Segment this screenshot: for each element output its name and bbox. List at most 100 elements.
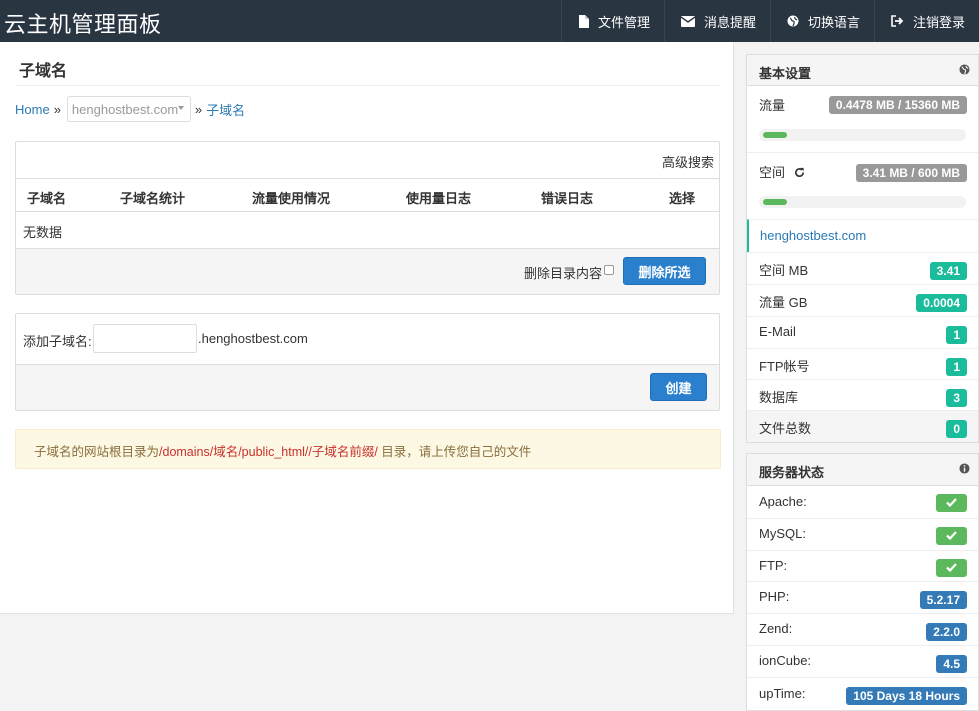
server-row: PHP: 5.2.17 [747,581,978,613]
server-label: MySQL: [759,526,806,541]
add-subdomain-box: 添加子域名: .henghostbest.com 创建 [15,313,720,411]
table-footer: 删除目录内容 删除所选 [16,248,719,294]
stat-badge: 1 [946,358,967,376]
add-footer: 创建 [16,364,719,410]
breadcrumb-current[interactable]: 子域名 [206,100,245,119]
version-badge: 5.2.17 [919,591,967,609]
server-status-panel: 服务器状态 Apache: MySQL: FTP: PHP: 5.2.17 Ze… [746,453,979,711]
advanced-search-link[interactable]: 高级搜索 [662,152,714,171]
column-header[interactable]: 选择 [669,188,695,207]
traffic-progress [759,129,966,141]
uptime-badge: 105 Days 18 Hours [846,687,967,705]
server-label: PHP: [759,589,790,604]
nav-logout[interactable]: 注销登录 [873,0,979,42]
stat-label: 数据库 [759,390,799,405]
refresh-icon[interactable] [794,167,805,178]
stat-row: E-Mail 1 [747,316,978,348]
space-usage-badge: 3.41 MB / 600 MB [855,164,967,182]
server-row: MySQL: [747,518,978,550]
info-icon [959,463,970,474]
nav-file-manager[interactable]: 文件管理 [560,0,664,42]
notice-path: /domains/域名/public_html//子域名前缀/ [159,445,378,459]
server-row: Apache: [747,486,978,518]
panel-title: 服务器状态 [759,465,825,480]
column-header[interactable]: 子域名统计 [120,188,185,207]
stat-badge: 3.41 [929,262,967,280]
server-label: upTime: [759,686,806,701]
brand-title[interactable]: 云主机管理面板 [4,7,162,39]
create-button[interactable]: 创建 [650,373,707,401]
subdomain-table-box: 高级搜索 子域名 子域名统计 流量使用情况 使用量日志 错误日志 选择 无数据 … [15,141,720,295]
domain-select[interactable]: henghostbest.com [66,96,191,122]
check-icon [936,559,967,577]
stat-label: 流量 GB [759,295,808,310]
stat-row: 文件总数 0 [747,410,978,442]
chevron-down-icon [177,106,184,110]
space-progress-bar [763,199,787,205]
column-header[interactable]: 使用量日志 [406,188,471,207]
divider [15,85,720,86]
server-label: Apache: [759,494,807,509]
stat-badge: 0 [946,420,967,438]
server-label: FTP: [759,558,788,573]
stat-row: 流量 GB 0.0004 [747,284,978,316]
server-row: upTime: 105 Days 18 Hours [747,677,978,710]
traffic-progress-bar [763,132,787,138]
nav-label: 切换语言 [807,14,860,30]
stat-label: FTP帐号 [759,359,810,374]
nav-label: 文件管理 [597,14,650,30]
version-badge: 2.2.0 [926,623,967,641]
traffic-usage-badge: 0.4478 MB / 15360 MB [828,96,967,114]
domain-link-row[interactable]: henghostbest.com [747,219,978,252]
file-icon [578,14,589,28]
stat-badge: 0.0004 [916,294,967,312]
check-icon [936,527,967,545]
delete-dir-label: 删除目录内容 [524,266,603,281]
space-label: 空间 [759,162,805,181]
server-row: ionCube: 4.5 [747,645,978,677]
breadcrumb-home-link[interactable]: Home [15,102,50,117]
nav-language[interactable]: 切换语言 [769,0,874,42]
notice-text: 子域名的网站根目录为 [34,445,160,459]
domain-link[interactable]: henghostbest.com [760,228,866,243]
empty-message: 无数据 [23,225,63,240]
space-row: 空间 3.41 MB / 600 MB [747,152,978,219]
version-badge: 4.5 [936,655,967,673]
column-header[interactable]: 流量使用情况 [252,188,330,207]
stat-label: 文件总数 [759,421,812,436]
space-progress [759,196,966,208]
sign-out-icon [891,15,904,27]
stat-label: E-Mail [759,324,796,339]
main-panel: 子域名 Home » henghostbest.com » 子域名 高级搜索 子… [0,42,734,614]
panel-header: 基本设置 [747,55,978,86]
add-subdomain-label: 添加子域名: [23,334,92,349]
column-header[interactable]: 子域名 [27,188,66,207]
nav-label: 消息提醒 [703,14,756,30]
breadcrumb: Home » henghostbest.com » 子域名 [15,96,245,122]
stat-row: 数据库 3 [747,379,978,410]
traffic-label: 流量 [759,98,786,113]
table-header: 子域名 子域名统计 流量使用情况 使用量日志 错误日志 选择 [16,178,719,212]
nav-messages[interactable]: 消息提醒 [663,0,770,42]
stat-row: FTP帐号 1 [747,348,978,379]
top-nav: 文件管理 消息提醒 切换语言 注销登录 [560,0,979,42]
delete-dir-checkbox[interactable] [604,265,614,275]
panel-title: 基本设置 [759,66,812,81]
delete-selected-button[interactable]: 删除所选 [623,257,706,285]
nav-label: 注销登录 [912,14,965,30]
top-navbar: 云主机管理面板 文件管理 消息提醒 切换语言 注销登录 [0,0,979,42]
stat-badge: 1 [946,326,967,344]
server-label: ionCube: [759,653,812,668]
stat-label: 空间 MB [759,263,809,278]
notice-alert: 子域名的网站根目录为/domains/域名/public_html//子域名前缀… [15,429,721,469]
globe-icon [787,15,799,27]
subdomain-input[interactable] [93,324,197,353]
column-header[interactable]: 错误日志 [541,188,593,207]
domain-suffix: .henghostbest.com [198,331,308,346]
server-row: FTP: [747,550,978,581]
notice-text: 目录，请上传您自己的文件 [377,445,532,459]
traffic-row: 流量 0.4478 MB / 15360 MB [747,86,978,152]
breadcrumb-separator: » [53,101,61,117]
check-icon [936,494,967,512]
server-label: Zend: [759,621,793,636]
